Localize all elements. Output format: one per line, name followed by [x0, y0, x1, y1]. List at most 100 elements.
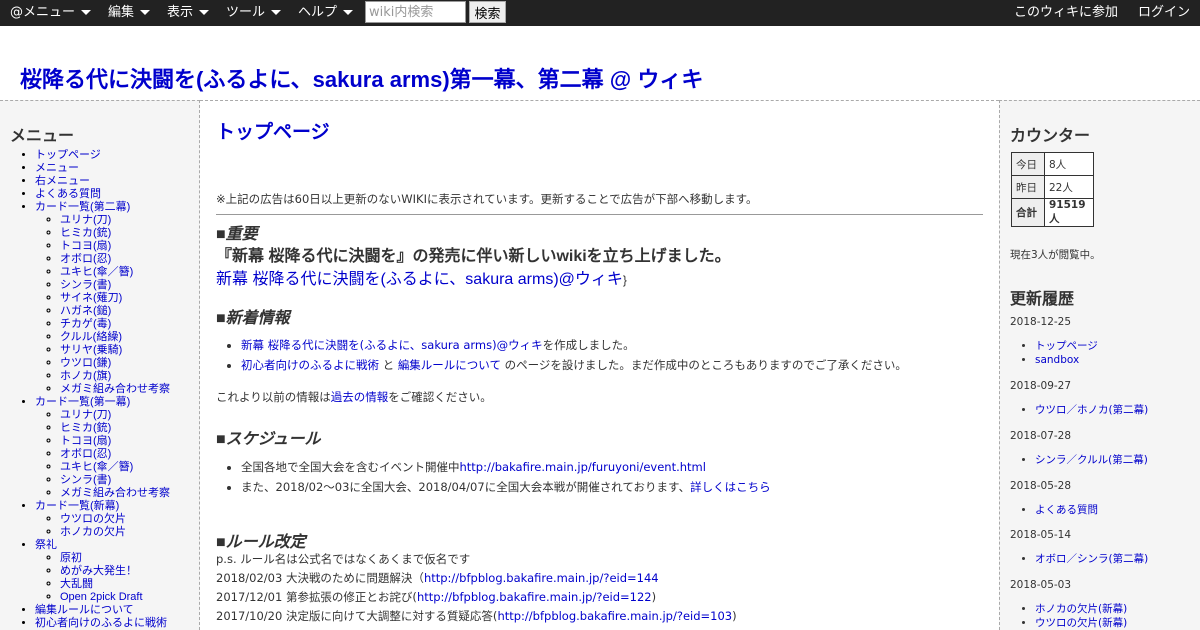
past-info-link[interactable]: 過去の情報 — [331, 390, 389, 404]
submenu-item: ホノカの欠片 — [60, 526, 170, 539]
schedule-heading: ■スケジュール — [216, 425, 321, 449]
counter-value: 8人 — [1044, 152, 1094, 176]
menu-link[interactable]: トップページ — [35, 149, 101, 161]
wiki-search-input[interactable] — [365, 1, 466, 23]
search-button[interactable]: 検索 — [469, 1, 506, 23]
new-wiki-link[interactable]: 新幕 桜降る代に決闘を(ふるよに、sakura arms)@ウィキ — [216, 271, 623, 288]
rule-line-text: 2017/10/20 決定版に向けて大調整に対する質疑応答( — [216, 609, 498, 623]
caret-down-icon — [343, 10, 354, 15]
menu-link[interactable]: 初心者向けのふるよに戦術 — [35, 617, 167, 629]
history-page-link[interactable]: シンラ／クルル(第二幕) — [1035, 454, 1148, 466]
edit-rules-link[interactable]: 編集ルールについて — [398, 358, 501, 372]
schedule-item: 全国各地で全国大会を含むイベント開催中http://bakafire.main.… — [241, 457, 771, 477]
submenu-link[interactable]: 大乱闘 — [60, 578, 93, 590]
edit-menu-dropdown[interactable]: 編集 — [108, 0, 151, 26]
submenu-link[interactable]: ホノカ(旗) — [60, 370, 111, 382]
submenu-link[interactable]: チカゲ(毒) — [60, 318, 111, 330]
submenu-link[interactable]: ヒミカ(銃) — [60, 227, 111, 239]
history-page-link[interactable]: ホノカの欠片(新幕) — [1035, 603, 1127, 615]
news-list: 新幕 桜降る代に決闘を(ふるよに、sakura arms)@ウィキを作成しました… — [216, 335, 907, 375]
submenu-link[interactable]: シンラ(書) — [60, 279, 111, 291]
rule-blog-link[interactable]: http://bfpblog.bakafire.main.jp/?eid=103 — [497, 609, 732, 623]
new-wiki-news-link[interactable]: 新幕 桜降る代に決闘を(ふるよに、sakura arms)@ウィキ — [241, 338, 543, 352]
caret-down-icon — [271, 10, 282, 15]
help-menu-dropdown[interactable]: ヘルプ — [298, 0, 354, 26]
details-link[interactable]: 詳しくはこちら — [690, 480, 771, 494]
menu-link[interactable]: メニュー — [35, 162, 79, 174]
history-date: 2018-05-28 — [1010, 480, 1072, 492]
at-menu-dropdown[interactable]: @メニュー — [10, 0, 92, 26]
submenu-link[interactable]: トコヨ(扇) — [60, 240, 111, 252]
menu-heading: メニュー — [10, 128, 75, 145]
view-menu-dropdown[interactable]: 表示 — [167, 0, 210, 26]
submenu-item: シンラ(書) — [60, 279, 170, 292]
news-heading: ■新着情報 — [216, 304, 290, 328]
submenu-link[interactable]: ユリナ(刀) — [60, 409, 111, 421]
submenu-link[interactable]: サイネ(薙刀) — [60, 292, 122, 304]
submenu-link[interactable]: メガミ組み合わせ考察 — [60, 487, 170, 499]
submenu-link[interactable]: ユキヒ(傘／簪) — [60, 461, 133, 473]
submenu-link[interactable]: サリヤ(乗騎) — [60, 344, 122, 356]
submenu-item: トコヨ(扇) — [60, 240, 170, 253]
history-heading: 更新履歴 — [1010, 291, 1075, 308]
submenu-link[interactable]: ヒミカ(銃) — [60, 422, 111, 434]
rule-line-suffix: ) — [651, 590, 657, 604]
submenu-link[interactable]: ユリナ(刀) — [60, 214, 111, 226]
event-url-link[interactable]: http://bakafire.main.jp/furuyoni/event.h… — [460, 460, 706, 474]
counter-label: 昨日 — [1011, 175, 1045, 199]
counter-label: 合計 — [1011, 198, 1045, 227]
history-page-link[interactable]: ウツロの欠片(新幕) — [1035, 617, 1127, 629]
history-page-link[interactable]: オボロ／シンラ(第二幕) — [1035, 553, 1148, 565]
menu-link[interactable]: カード一覧(第一幕) — [35, 396, 130, 408]
history-page-link[interactable]: トップページ — [1035, 340, 1098, 352]
menu-link[interactable]: よくある質問 — [35, 188, 101, 200]
page-title[interactable]: トップページ — [216, 117, 330, 144]
submenu-link[interactable]: 原初 — [60, 552, 82, 564]
new-wiki-line: 新幕 桜降る代に決闘を(ふるよに、sakura arms)@ウィキ} — [216, 265, 627, 289]
left-sidebar: メニュー トップページメニュー右メニューよくある質問カード一覧(第二幕)ユリナ(… — [0, 100, 200, 630]
counter-label: 今日 — [1011, 152, 1045, 176]
submenu-item: 原初 — [60, 552, 170, 565]
site-title[interactable]: 桜降る代に決闘を(ふるよに、sakura arms)第一幕、第二幕 @ ウィキ — [20, 62, 703, 94]
rule-line-suffix: ) — [732, 609, 737, 623]
submenu-link[interactable]: メガミ組み合わせ考察 — [60, 383, 170, 395]
login-link[interactable]: ログイン — [1138, 0, 1190, 26]
schedule-item: また、2018/02～03に全国大会、2018/04/07に全国大会本戦が開催さ… — [241, 477, 771, 497]
submenu-list: ウツロの欠片ホノカの欠片 — [35, 513, 170, 539]
news-item-text: のページを設けました。まだ作成中のところもありますのでご了承ください。 — [500, 358, 907, 372]
submenu-link[interactable]: ハガネ(鎚) — [60, 305, 111, 317]
submenu-link[interactable]: オボロ(忍) — [60, 253, 111, 265]
menu-item: 初心者向けのふるよに戦術 — [35, 617, 170, 630]
history-page-link[interactable]: ウツロ／ホノカ(第二幕) — [1035, 404, 1148, 416]
square-bullet: ■ — [216, 226, 226, 243]
tools-menu-dropdown[interactable]: ツール — [226, 0, 282, 26]
history-page-link[interactable]: sandbox — [1035, 354, 1079, 366]
menu-link[interactable]: 祭礼 — [35, 539, 57, 551]
news-item: 初心者向けのふるよに戦術 と 編集ルールについて のページを設けました。まだ作成… — [241, 355, 907, 375]
brace-text: } — [622, 273, 627, 287]
join-wiki-link[interactable]: このウィキに参加 — [1014, 0, 1118, 26]
rule-blog-link[interactable]: http://bfpblog.bakafire.main.jp/?eid=144 — [424, 571, 659, 585]
history-item: ホノカの欠片(新幕) — [1035, 603, 1127, 617]
menu-link[interactable]: 編集ルールについて — [35, 604, 134, 616]
beginner-tactics-link[interactable]: 初心者向けのふるよに戦術 — [241, 358, 379, 372]
history-item: よくある質問 — [1035, 504, 1098, 518]
submenu-link[interactable]: ホノカの欠片 — [60, 526, 126, 538]
menu-link[interactable]: カード一覧(第二幕) — [35, 201, 130, 213]
submenu-link[interactable]: クルル(絡繰) — [60, 331, 122, 343]
submenu-link[interactable]: トコヨ(扇) — [60, 435, 111, 447]
submenu-link[interactable]: オボロ(忍) — [60, 448, 111, 460]
history-date: 2018-07-28 — [1010, 430, 1072, 442]
menu-link[interactable]: 右メニュー — [35, 175, 90, 187]
submenu-link[interactable]: ウツロの欠片 — [60, 513, 126, 525]
submenu-link[interactable]: めがみ大発生！ — [60, 565, 137, 577]
history-page-link[interactable]: よくある質問 — [1035, 504, 1098, 516]
menu-link[interactable]: カード一覧(新幕) — [35, 500, 119, 512]
submenu-link[interactable]: ユキヒ(傘／簪) — [60, 266, 133, 278]
rule-blog-link[interactable]: http://bfpblog.bakafire.main.jp/?eid=122 — [417, 590, 652, 604]
history-date: 2018-05-14 — [1010, 529, 1072, 541]
submenu-link[interactable]: Open 2pick Draft — [60, 591, 143, 603]
submenu-link[interactable]: シンラ(書) — [60, 474, 111, 486]
rule-line: 2017/10/20 決定版に向けて大調整に対する質疑応答(http://bfp… — [216, 608, 737, 624]
submenu-link[interactable]: ウツロ(鎌) — [60, 357, 111, 369]
